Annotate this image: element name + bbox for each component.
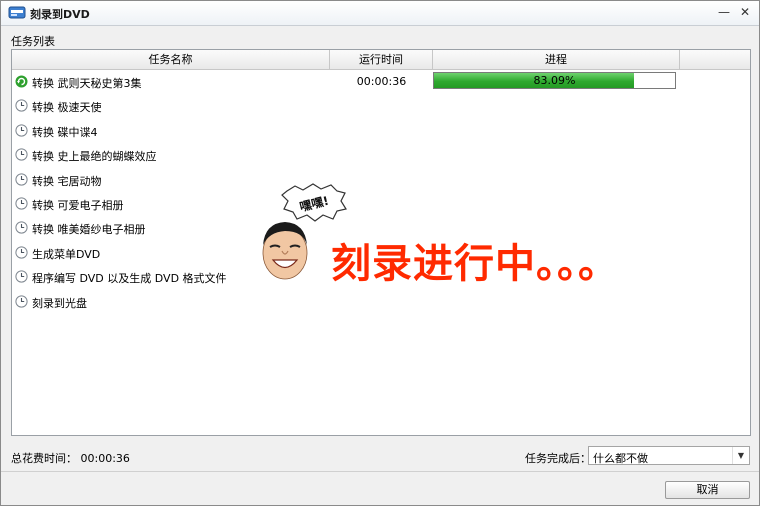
task-name: 生成菜单DVD (32, 247, 101, 261)
clock-icon (15, 172, 28, 186)
task-run-time: 00:00:36 (356, 75, 407, 88)
footer-divider (1, 471, 759, 472)
column-header-progress[interactable]: 进程 (433, 50, 680, 69)
cancel-button[interactable]: 取消 (665, 481, 750, 499)
total-time-label: 总花费时间： (11, 452, 77, 465)
clock-icon (15, 221, 28, 234)
task-name: 转换 史上最绝的蝴蝶效应 (32, 150, 157, 164)
clock-icon (15, 270, 28, 283)
task-name: 转换 武则天秘史第3集 (32, 77, 142, 90)
task-name: 转换 碟中谍4 (32, 125, 98, 139)
after-complete-select[interactable]: 什么都不做 ▼ (588, 446, 750, 465)
after-complete-label: 任务完成后： (525, 452, 591, 465)
clock-icon (15, 148, 28, 161)
task-name: 程序编写 DVD 以及生成 DVD 格式文件 (32, 272, 227, 286)
laughing-face-image (262, 222, 308, 280)
task-name: 转换 极速天使 (32, 101, 102, 115)
burning-in-progress-text: 刻录进行中。。。 (331, 241, 619, 287)
clock-icon (15, 246, 28, 259)
dvd-burner-icon (8, 6, 26, 19)
refresh-circle-icon (15, 75, 28, 88)
column-header-extra[interactable] (680, 50, 750, 69)
task-row[interactable]: 转换 史上最绝的蝴蝶效应 (12, 143, 750, 167)
burning-overlay: 嘿嘿! 刻录进行中。。。 (253, 183, 618, 293)
task-name: 转换 可爱电子相册 (32, 199, 124, 212)
progress-percent: 83.09% (533, 74, 576, 87)
column-header-run-time[interactable]: 运行时间 (330, 50, 433, 69)
task-list-label: 任务列表 (11, 35, 55, 48)
close-button[interactable]: ✕ (736, 4, 754, 21)
task-row[interactable]: 转换 极速天使 (12, 94, 750, 118)
total-time-readout: 总花费时间： 00:00:36 (11, 450, 130, 466)
task-name: 刻录到光盘 (32, 296, 87, 310)
burn-dialog: 刻录到DVD — ✕ 任务列表 任务名称 运行时间 进程 转换 武则天秘史第3集… (0, 0, 760, 506)
task-row[interactable]: 刻录到光盘 (12, 290, 750, 314)
table-header: 任务名称 运行时间 进程 (12, 50, 750, 70)
task-name: 转换 唯美婚纱电子相册 (32, 223, 146, 237)
task-name: 转换 宅居动物 (32, 174, 102, 188)
total-time-value: 00:00:36 (80, 452, 130, 465)
task-row[interactable]: 转换 武则天秘史第3集 00:00:36 83.09% (12, 70, 750, 94)
title-bar[interactable]: 刻录到DVD — ✕ (1, 1, 759, 26)
progress-bar: 83.09% (433, 72, 676, 89)
column-header-task-name[interactable]: 任务名称 (12, 50, 330, 69)
clock-icon (15, 99, 28, 112)
window-title: 刻录到DVD (30, 8, 90, 21)
minimize-button[interactable]: — (715, 4, 733, 21)
clock-icon (15, 197, 28, 210)
dropdown-arrow-icon[interactable]: ▼ (732, 447, 749, 464)
after-complete-value: 什么都不做 (593, 452, 648, 465)
clock-icon (15, 294, 28, 308)
task-row[interactable]: 转换 碟中谍4 (12, 119, 750, 143)
clock-icon (15, 124, 28, 137)
